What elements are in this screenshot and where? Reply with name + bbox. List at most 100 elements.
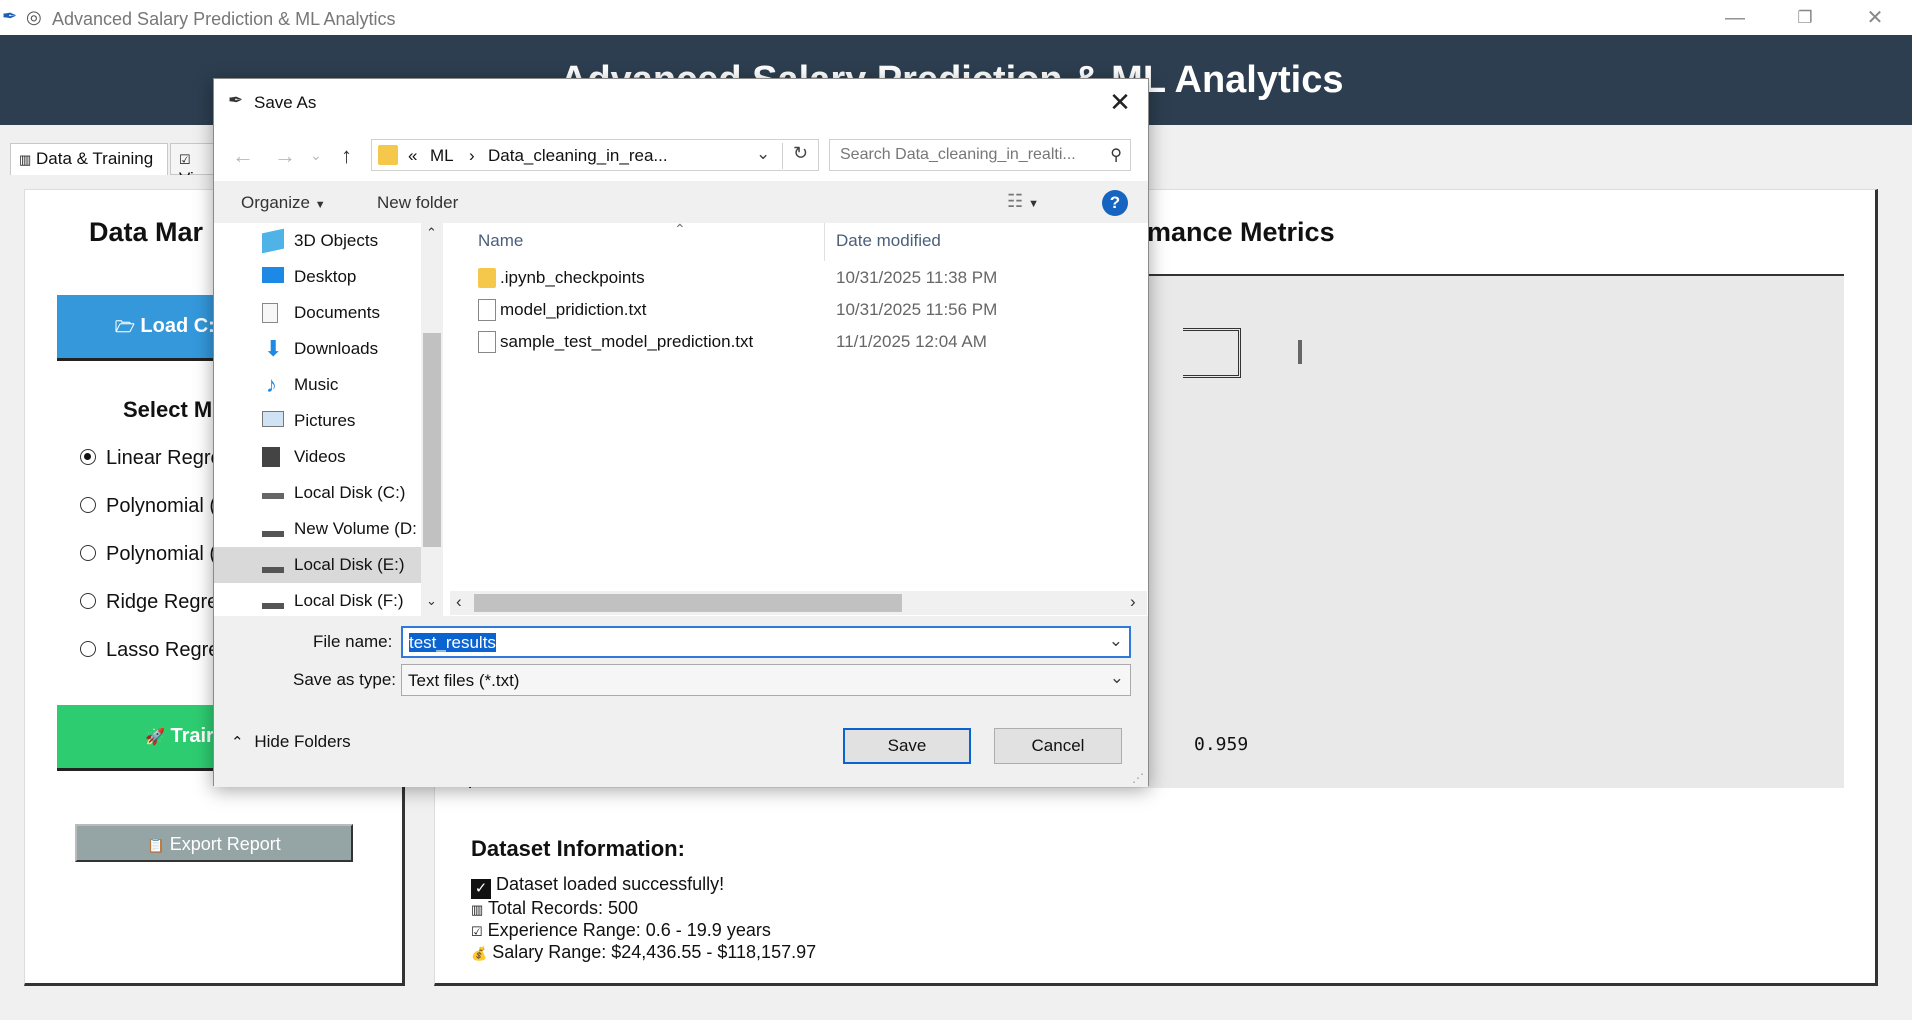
money-bag-icon: 💰 bbox=[471, 946, 488, 961]
pictures-icon bbox=[262, 411, 284, 427]
radio-icon bbox=[80, 545, 96, 561]
text-file-icon bbox=[478, 299, 496, 321]
address-part-folder[interactable]: Data_cleaning_in_rea... bbox=[488, 146, 668, 166]
nav-item-drive-e[interactable]: Local Disk (E:) bbox=[214, 547, 421, 583]
recent-chevron-icon[interactable]: ⌄ bbox=[310, 147, 322, 164]
chevron-down-icon[interactable]: ⌄ bbox=[1110, 668, 1124, 688]
music-icon: ♪ bbox=[266, 372, 277, 397]
refresh-icon[interactable]: ↻ bbox=[782, 143, 818, 169]
save-button[interactable]: Save bbox=[843, 728, 971, 764]
file-row[interactable]: sample_test_model_prediction.txt 11/1/20… bbox=[450, 327, 1147, 357]
model-radio-poly-1[interactable]: Polynomial ( bbox=[80, 495, 216, 518]
search-input[interactable]: Search Data_cleaning_in_realti... ⚲ bbox=[829, 139, 1131, 171]
address-part-ml[interactable]: ML bbox=[430, 146, 454, 166]
save-type-value: Text files (*.txt) bbox=[408, 671, 520, 690]
file-row[interactable]: .ipynb_checkpoints 10/31/2025 11:38 PM bbox=[450, 263, 1147, 293]
tab-visualization[interactable]: ☑ Vi bbox=[170, 143, 218, 188]
forward-arrow-icon[interactable]: → bbox=[274, 143, 296, 169]
scroll-thumb[interactable] bbox=[474, 594, 902, 612]
horizontal-scrollbar[interactable]: ‹ › bbox=[450, 591, 1147, 615]
hide-folders-toggle[interactable]: ⌃ Hide Folders bbox=[231, 732, 351, 752]
drive-d-icon bbox=[262, 531, 284, 537]
model-radio-linear[interactable]: Linear Regre bbox=[80, 447, 222, 470]
file-list: Name ⌃ Date modified .ipynb_checkpoints … bbox=[450, 223, 1147, 616]
export-report-button[interactable]: 📋 Export Report bbox=[75, 824, 353, 862]
export-report-label: Export Report bbox=[169, 834, 281, 854]
nav-item-documents[interactable]: Documents bbox=[214, 295, 421, 331]
save-type-select[interactable]: Text files (*.txt) ⌄ bbox=[401, 664, 1131, 696]
scroll-left-icon[interactable]: ‹ bbox=[456, 592, 462, 612]
file-row[interactable]: model_pridiction.txt 10/31/2025 11:56 PM bbox=[450, 295, 1147, 325]
file-name: model_pridiction.txt bbox=[500, 300, 647, 319]
model-label: Polynomial ( bbox=[106, 543, 217, 565]
hide-folders-label: Hide Folders bbox=[254, 732, 351, 751]
clipboard-icon: 📋 bbox=[147, 837, 165, 853]
model-radio-lasso[interactable]: Lasso Regre bbox=[80, 639, 219, 662]
drive-e-icon bbox=[262, 567, 284, 573]
nav-item-pictures[interactable]: Pictures bbox=[214, 403, 421, 439]
file-name-value: test_results bbox=[409, 633, 496, 652]
help-icon[interactable]: ? bbox=[1102, 190, 1128, 216]
nav-item-3d-objects[interactable]: 3D Objects bbox=[214, 223, 421, 259]
file-name: .ipynb_checkpoints bbox=[500, 268, 645, 287]
dialog-title: Save As bbox=[254, 93, 317, 112]
minimize-icon[interactable]: — bbox=[1712, 4, 1758, 32]
dialog-bottom: File name: test_results ⌄ Save as type: … bbox=[214, 616, 1148, 787]
desktop-icon bbox=[262, 267, 284, 283]
new-folder-button[interactable]: New folder bbox=[377, 193, 458, 213]
nav-scrollbar[interactable]: ⌃ ⌄ bbox=[421, 223, 443, 616]
file-date: 10/31/2025 11:56 PM bbox=[836, 300, 998, 319]
scroll-up-icon[interactable]: ⌃ bbox=[426, 225, 437, 241]
check-icon: ✓ bbox=[471, 879, 491, 899]
nav-item-drive-f[interactable]: Local Disk (F:) bbox=[214, 583, 421, 616]
column-header-date[interactable]: Date modified bbox=[836, 231, 941, 251]
radio-selected-icon bbox=[80, 449, 96, 465]
column-header-name[interactable]: Name bbox=[478, 231, 523, 251]
breadcrumb-separator-icon: › bbox=[469, 146, 475, 165]
model-radio-poly-2[interactable]: Polynomial ( bbox=[80, 543, 216, 566]
dataset-line-records: ▥ Total Records: 500 bbox=[471, 898, 638, 919]
nav-item-videos[interactable]: Videos bbox=[214, 439, 421, 475]
nav-item-drive-d[interactable]: New Volume (D: bbox=[214, 511, 421, 547]
back-arrow-icon[interactable]: ← bbox=[232, 143, 254, 169]
app-icon: ◎ bbox=[26, 7, 42, 27]
up-arrow-icon[interactable]: ↑ bbox=[341, 143, 352, 169]
nav-item-desktop[interactable]: Desktop bbox=[214, 259, 421, 295]
ascii-box bbox=[1183, 328, 1241, 378]
scroll-down-icon[interactable]: ⌄ bbox=[426, 593, 437, 609]
organize-button[interactable]: Organize ▼ bbox=[241, 193, 326, 213]
tab-data-training[interactable]: ▥ Data & Training bbox=[10, 143, 168, 175]
chevron-down-icon[interactable]: ⌄ bbox=[1109, 631, 1123, 651]
nav-item-drive-c[interactable]: Local Disk (C:) bbox=[214, 475, 421, 511]
dataset-loaded-text: Dataset loaded successfully! bbox=[496, 874, 725, 894]
file-date: 11/1/2025 12:04 AM bbox=[836, 332, 987, 351]
close-icon[interactable]: ✕ bbox=[1102, 85, 1138, 119]
address-bar[interactable]: « ML › Data_cleaning_in_rea... ⌄ ↻ bbox=[371, 139, 819, 171]
model-radio-ridge[interactable]: Ridge Regre bbox=[80, 591, 218, 614]
nav-label: Pictures bbox=[294, 411, 356, 430]
chevron-down-icon[interactable]: ⌄ bbox=[756, 144, 770, 164]
file-name-field[interactable]: test_results ⌄ bbox=[401, 626, 1131, 658]
file-name: sample_test_model_prediction.txt bbox=[500, 332, 754, 351]
maximize-icon[interactable]: ❐ bbox=[1782, 4, 1828, 32]
folder-icon bbox=[478, 268, 496, 288]
scroll-right-icon[interactable]: › bbox=[1130, 592, 1136, 612]
resize-grip-icon[interactable]: ⋰ bbox=[1132, 771, 1144, 785]
downloads-icon: ⬇ bbox=[264, 336, 283, 361]
close-icon[interactable]: ✕ bbox=[1852, 4, 1898, 32]
nav-label: New Volume (D: bbox=[294, 519, 417, 538]
tab-data-training-label: Data & Training bbox=[36, 149, 154, 168]
dialog-titlebar: ✒ Save As ✕ bbox=[214, 79, 1148, 125]
nav-item-music[interactable]: ♪ Music bbox=[214, 367, 421, 403]
nav-label: Documents bbox=[294, 303, 380, 322]
scroll-thumb[interactable] bbox=[423, 333, 441, 547]
3d-objects-icon bbox=[262, 228, 284, 254]
documents-icon bbox=[262, 303, 278, 323]
nav-item-downloads[interactable]: ⬇ Downloads bbox=[214, 331, 421, 367]
metric-value: 0.959 bbox=[1194, 734, 1249, 755]
column-divider bbox=[824, 223, 825, 261]
view-options-icon[interactable]: ☷ ▼ bbox=[1007, 191, 1039, 212]
feather-icon: ✒ bbox=[228, 90, 244, 110]
cancel-button[interactable]: Cancel bbox=[994, 728, 1122, 764]
nav-label: Local Disk (E:) bbox=[294, 555, 405, 574]
